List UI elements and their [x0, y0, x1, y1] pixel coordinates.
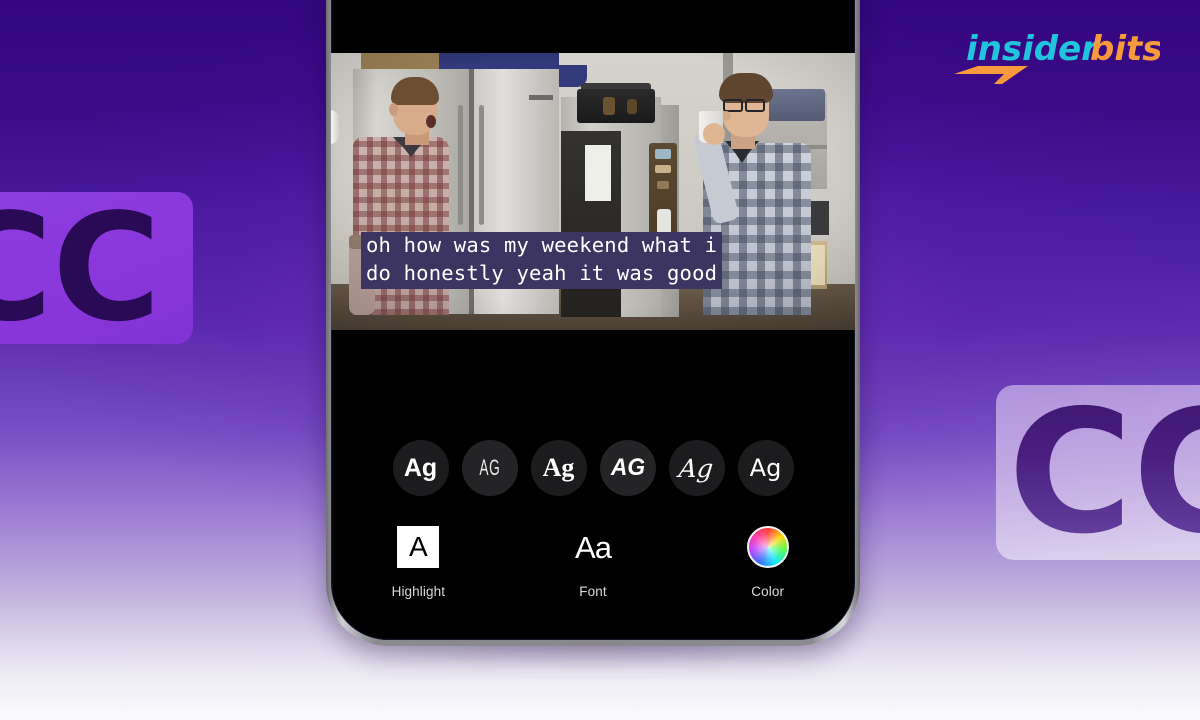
font-chip-label: AG	[479, 455, 500, 480]
video-preview[interactable]: oh how was my weekend what i do honestly…	[331, 53, 855, 330]
tool-color[interactable]: Color	[680, 526, 855, 599]
font-style-chip-condensed-thin[interactable]: AG	[461, 440, 518, 496]
font-icon-glyph: Aa	[575, 529, 612, 565]
font-chip-label: AG	[610, 454, 645, 481]
tool-font[interactable]: Aa Font	[506, 526, 681, 600]
font-style-chip-bold-italic[interactable]: AG	[599, 440, 656, 496]
tool-highlight[interactable]: A Highlight	[331, 526, 506, 599]
font-chip-label: Ag	[403, 453, 438, 482]
font-style-chip-sans-bold[interactable]: Ag	[392, 440, 449, 496]
font-chip-label: Ag	[749, 454, 782, 482]
editor-tool-row: A Highlight Aa Font Color	[331, 526, 855, 599]
caption-line-2: do honestly yeah it was good	[361, 260, 723, 289]
decorative-cc-plate-right: CC	[996, 385, 1200, 560]
caption-line-1: oh how was my weekend what i	[361, 232, 723, 261]
font-style-chip-sans-regular[interactable]: Ag	[737, 440, 794, 496]
font-chip-label: Ag	[542, 453, 575, 482]
tool-font-label: Font	[579, 584, 607, 599]
phone-device: oh how was my weekend what i do honestly…	[326, 0, 860, 646]
logo-svg: insider bits	[954, 29, 1162, 84]
phone-screen: oh how was my weekend what i do honestly…	[331, 0, 855, 640]
font-style-chip-serif[interactable]: Ag	[530, 440, 587, 496]
tool-color-label: Color	[751, 584, 785, 599]
color-wheel-icon	[746, 526, 789, 568]
cc-left-text: CC	[0, 192, 161, 344]
highlight-icon-glyph: A	[408, 531, 428, 562]
caption-overlay[interactable]: oh how was my weekend what i do honestly…	[357, 229, 726, 293]
cc-right-text: CC	[996, 388, 1200, 558]
decorative-cc-plate-left: CC	[0, 192, 193, 344]
insiderbits-logo: insider bits	[950, 22, 1162, 84]
logo-text-bits: bits	[1090, 29, 1160, 69]
logo-text-insider: insider	[966, 29, 1100, 69]
font-style-chip-script[interactable]: Ag	[668, 440, 725, 496]
font-style-strip: Ag AG Ag AG Ag Ag	[331, 440, 855, 496]
font-chip-label: Ag	[677, 453, 716, 483]
tool-highlight-label: Highlight	[391, 584, 446, 599]
font-aa-icon: Aa	[572, 526, 614, 568]
highlight-a-icon: A	[397, 526, 440, 568]
